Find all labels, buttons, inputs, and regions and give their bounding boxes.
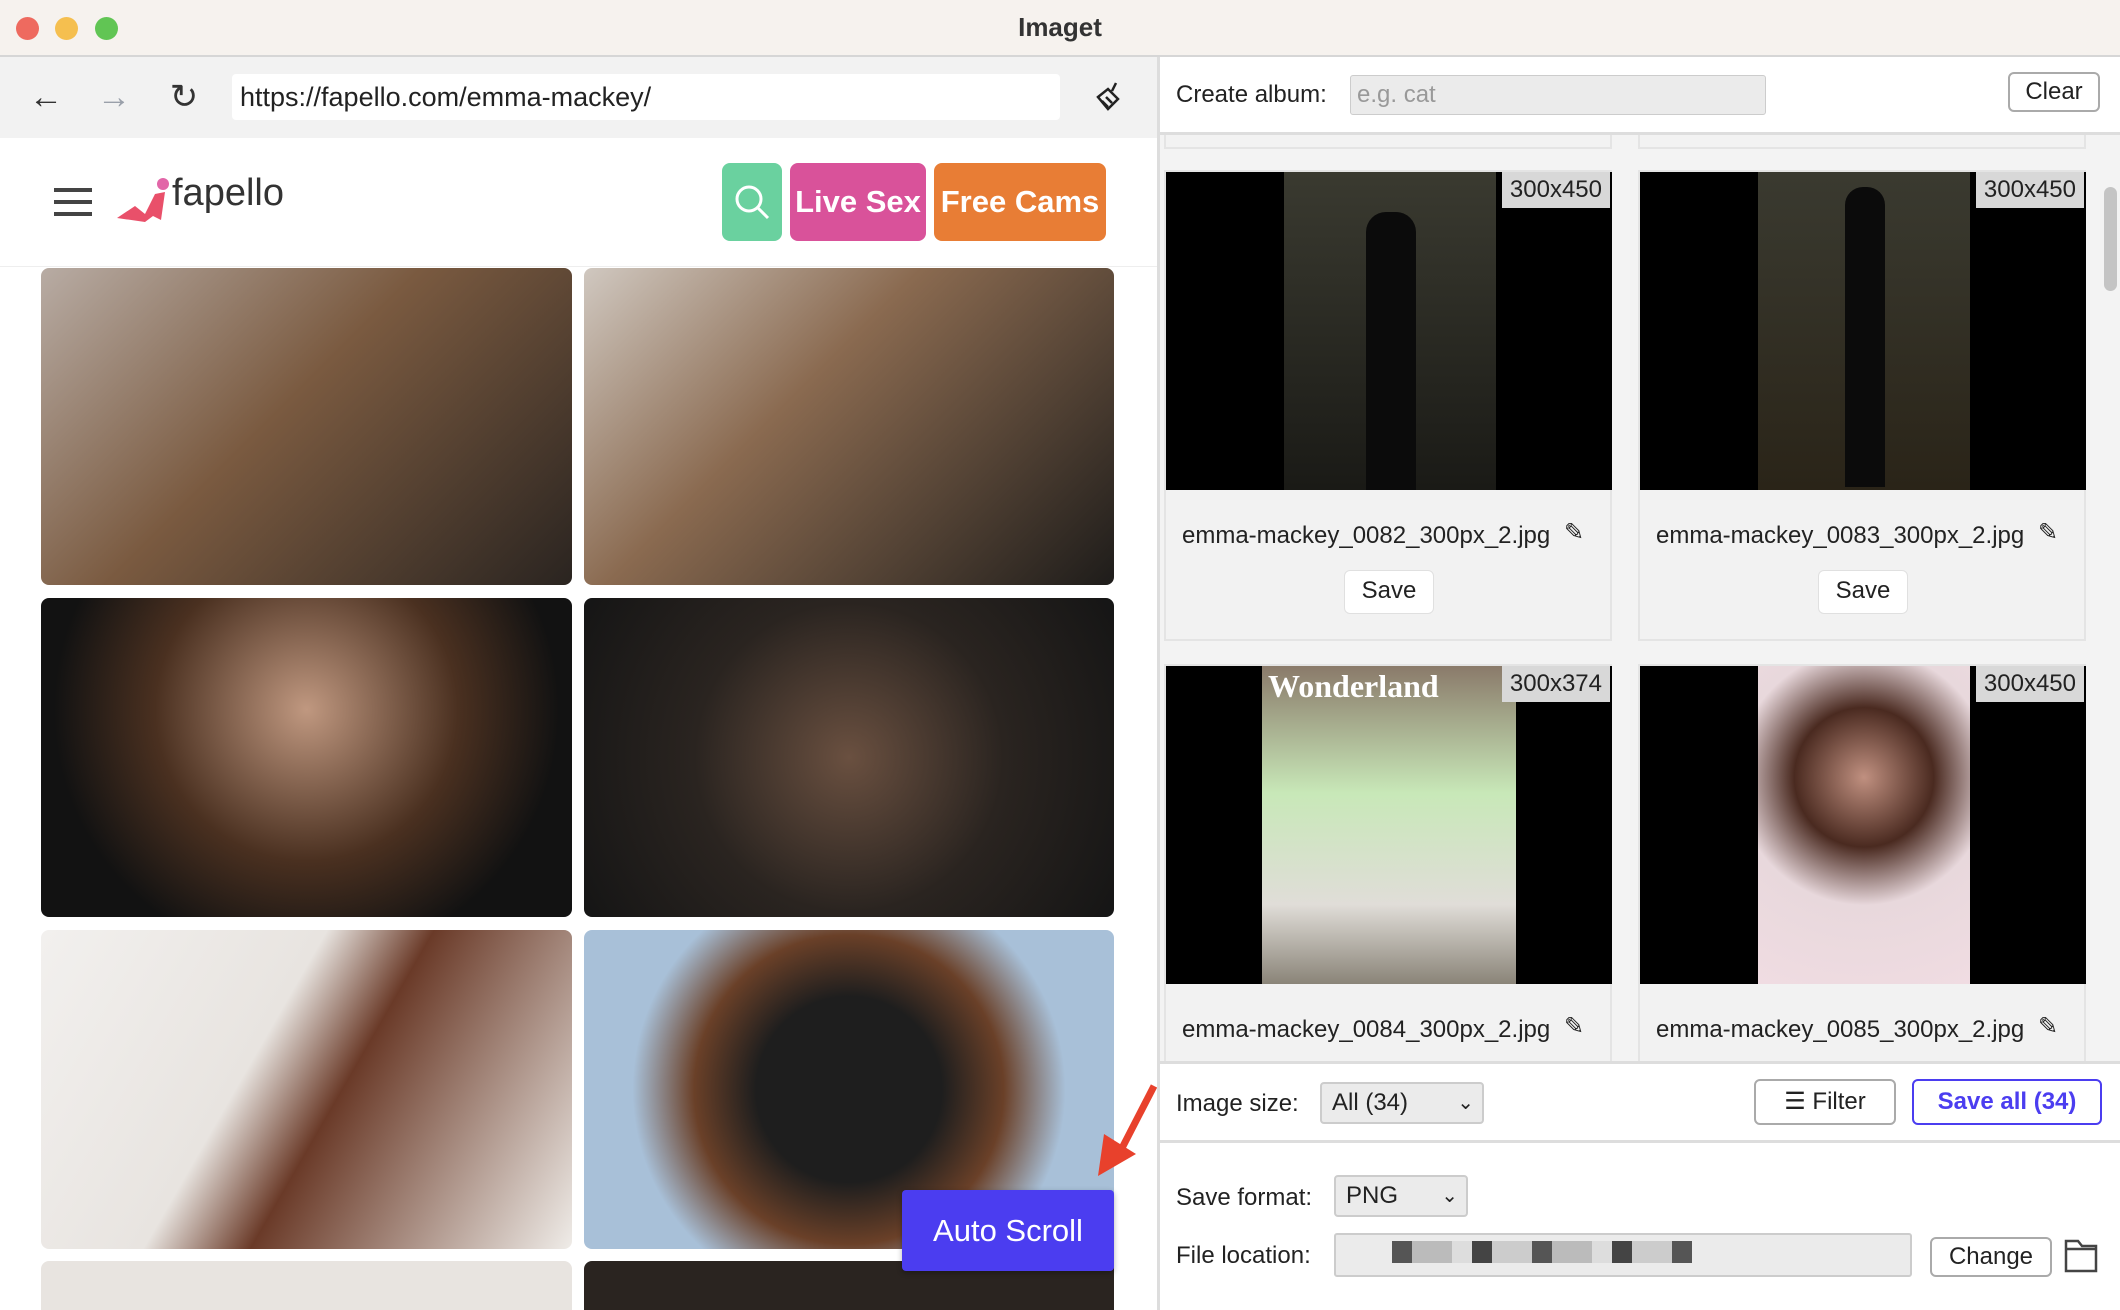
gallery-photo[interactable] [41, 268, 572, 585]
album-bar: Create album: e.g. cat Clear [1160, 57, 2120, 135]
edit-pencil-icon[interactable]: ✎ [2038, 518, 2058, 547]
red-arrow-annotation [1092, 1082, 1157, 1182]
image-dimensions-badge: 300x450 [1501, 172, 1610, 208]
reload-icon[interactable]: ↻ [162, 75, 206, 119]
image-size-select[interactable]: All (34) ⌄ [1320, 1082, 1484, 1124]
redacted-path [1392, 1241, 1692, 1263]
gallery-photo[interactable] [41, 1261, 572, 1310]
save-format-value: PNG [1346, 1182, 1399, 1209]
file-location-field[interactable] [1334, 1233, 1912, 1277]
filename-label: emma-mackey_0084_300px_2.jpg [1182, 1016, 1551, 1043]
image-dimensions-badge: 300x450 [1975, 172, 2084, 208]
image-card: 300x450 emma-mackey_0082_300px_2.jpg ✎ S… [1164, 170, 1612, 641]
image-preview[interactable] [1640, 172, 2086, 490]
create-album-label: Create album: [1176, 81, 1327, 108]
site-logo-text[interactable]: fapello [172, 172, 284, 215]
edit-pencil-icon[interactable]: ✎ [2038, 1012, 2058, 1041]
gallery-photo[interactable] [584, 268, 1114, 585]
title-bar: Imaget [0, 0, 2120, 57]
broom-icon[interactable] [1090, 79, 1126, 115]
image-grid: 300x450 emma-mackey_0082_300px_2.jpg ✎ S… [1160, 135, 2100, 1063]
image-card [1164, 135, 1612, 149]
gallery-photo[interactable] [41, 598, 572, 917]
filename-label: emma-mackey_0085_300px_2.jpg [1656, 1016, 2025, 1043]
cover-title: Wonderland [1268, 668, 1439, 704]
file-location-label: File location: [1176, 1242, 1311, 1269]
save-format-select[interactable]: PNG ⌄ [1334, 1175, 1468, 1217]
filter-button[interactable]: ☰ Filter [1754, 1079, 1896, 1125]
browser-pane: ← → ↻ fapello Live Sex Free Cams Auto Sc… [0, 57, 1157, 1310]
hamburger-menu-icon[interactable] [54, 188, 92, 216]
save-all-button[interactable]: Save all (34) [1912, 1079, 2102, 1125]
fapello-logo-icon[interactable] [115, 176, 175, 226]
gallery-photo[interactable] [584, 598, 1114, 917]
edit-pencil-icon[interactable]: ✎ [1564, 1012, 1584, 1041]
edit-pencil-icon[interactable]: ✎ [1564, 518, 1584, 547]
save-button[interactable]: Save [1818, 570, 1908, 614]
image-card: Wonderland 300x374 emma-mackey_0084_300p… [1164, 664, 1612, 1063]
clear-button[interactable]: Clear [2008, 72, 2100, 112]
site-header: fapello Live Sex Free Cams [0, 138, 1157, 267]
change-location-button[interactable]: Change [1930, 1237, 2052, 1277]
filter-bar: Image size: All (34) ⌄ ☰ Filter Save all … [1160, 1061, 2120, 1143]
filename-label: emma-mackey_0082_300px_2.jpg [1182, 522, 1551, 549]
site-search-button[interactable] [722, 163, 782, 241]
image-preview[interactable] [1640, 666, 2086, 984]
image-card: 300x450 emma-mackey_0083_300px_2.jpg ✎ S… [1638, 170, 2086, 641]
chevron-down-icon: ⌄ [1441, 1185, 1458, 1207]
live-sex-button[interactable]: Live Sex [790, 163, 926, 241]
forward-icon[interactable]: → [92, 75, 136, 119]
image-size-label: Image size: [1176, 1090, 1299, 1117]
image-preview[interactable] [1166, 172, 1612, 490]
gallery-photo[interactable] [41, 930, 572, 1249]
image-dimensions-badge: 300x450 [1975, 666, 2084, 702]
free-cams-button[interactable]: Free Cams [934, 163, 1106, 241]
image-preview[interactable]: Wonderland [1166, 666, 1612, 984]
image-size-value: All (34) [1332, 1089, 1409, 1116]
image-card [1638, 135, 2086, 149]
imaget-panel: Create album: e.g. cat Clear 300x450 emm… [1160, 57, 2120, 1310]
sliders-icon: ☰ [1784, 1088, 1813, 1115]
back-icon[interactable]: ← [24, 75, 68, 119]
browser-toolbar: ← → ↻ [0, 57, 1157, 138]
scrollbar[interactable] [2100, 135, 2120, 1063]
album-input[interactable]: e.g. cat [1350, 75, 1766, 115]
window-title: Imaget [1018, 12, 1102, 42]
filter-label: Filter [1812, 1088, 1866, 1115]
image-card: 300x450 emma-mackey_0085_300px_2.jpg ✎ [1638, 664, 2086, 1063]
folder-icon[interactable] [2064, 1237, 2098, 1273]
chevron-down-icon: ⌄ [1457, 1092, 1474, 1114]
filename-label: emma-mackey_0083_300px_2.jpg [1656, 522, 2025, 549]
save-button[interactable]: Save [1344, 570, 1434, 614]
scrollbar-thumb[interactable] [2104, 187, 2117, 291]
save-format-label: Save format: [1176, 1184, 1313, 1211]
auto-scroll-button[interactable]: Auto Scroll [902, 1190, 1114, 1271]
image-dimensions-badge: 300x374 [1501, 666, 1610, 702]
url-input[interactable] [232, 74, 1060, 120]
